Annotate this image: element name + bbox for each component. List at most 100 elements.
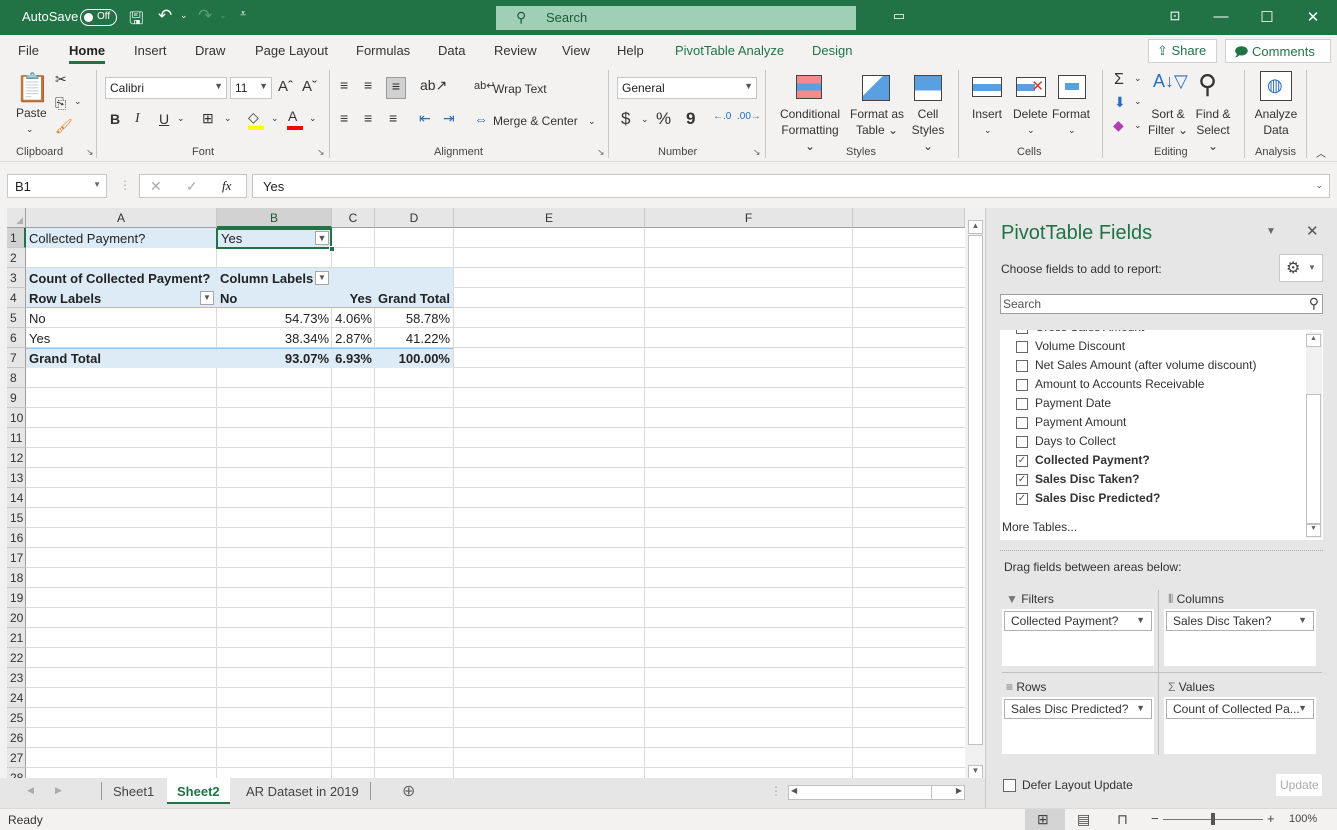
underline-button[interactable]: U xyxy=(159,111,169,127)
row-header-11[interactable]: 11 xyxy=(7,428,26,448)
cell-a3[interactable]: Count of Collected Payment? xyxy=(26,268,213,288)
cell-b4[interactable]: No xyxy=(217,288,240,308)
checkbox-unchecked[interactable] xyxy=(1016,398,1028,410)
align-left-icon[interactable]: ≡ xyxy=(340,110,348,126)
checkbox-checked[interactable]: ✓ xyxy=(1016,493,1028,505)
cell-c6[interactable]: 2.87% xyxy=(332,328,375,348)
filter-dropdown-icon[interactable]: ▼ xyxy=(315,231,329,245)
paste-button[interactable]: Paste xyxy=(16,105,47,121)
bold-button[interactable]: B xyxy=(110,111,120,127)
currency-button[interactable]: $ xyxy=(621,109,630,129)
comma-button[interactable]: 9 xyxy=(686,109,695,129)
tab-design[interactable]: Design xyxy=(812,43,852,58)
row-header-9[interactable]: 9 xyxy=(7,388,26,408)
fill-icon[interactable]: ⬇ xyxy=(1114,94,1126,111)
row-header-14[interactable]: 14 xyxy=(7,488,26,508)
italic-button[interactable]: I xyxy=(135,111,140,127)
new-sheet-icon[interactable]: ⊕ xyxy=(402,781,415,801)
save-icon[interactable]: 🖫 xyxy=(129,6,143,35)
search-box[interactable]: ⚲ Search xyxy=(496,6,856,30)
zoom-slider-thumb[interactable] xyxy=(1211,813,1215,825)
filters-field-pill[interactable]: Collected Payment? ▼ xyxy=(1004,611,1152,631)
row-header-23[interactable]: 23 xyxy=(7,668,26,688)
field-list-scrollbar[interactable]: ▲ ▼ xyxy=(1306,332,1322,538)
formula-input[interactable]: Yes ⌄ xyxy=(252,174,1330,198)
active-cell-b1[interactable]: Yes ▼ xyxy=(216,228,335,252)
cell-d6[interactable]: 41.22% xyxy=(375,328,453,348)
cell-d4[interactable]: Grand Total xyxy=(375,288,453,308)
field-search-input[interactable]: Search ⚲ xyxy=(1000,294,1323,314)
comments-button[interactable]: 🗩 Comments xyxy=(1225,39,1331,63)
field-list-scroll-thumb[interactable] xyxy=(1306,394,1321,524)
scroll-right-icon[interactable]: ▶ xyxy=(956,786,962,795)
horizontal-scrollbar[interactable]: ◀ ▶ xyxy=(788,785,965,800)
cell-c5[interactable]: 4.06% xyxy=(332,308,375,328)
worksheet-grid[interactable]: ◢ ABCDEF 1 2 3 4 5 6 7 8 9 10 11 12 13 14 15 16 17 18 19 20… xyxy=(7,208,965,778)
scroll-up-icon[interactable]: ▲ xyxy=(1306,334,1321,347)
chevron-down-icon[interactable]: ▼ xyxy=(1298,615,1307,625)
tab-split-handle[interactable]: ⋮ xyxy=(770,784,782,798)
row-header-20[interactable]: 20 xyxy=(7,608,26,628)
expand-formula-icon[interactable]: ⌄ xyxy=(1315,180,1323,191)
collapse-ribbon-icon[interactable]: ︿ xyxy=(1316,145,1326,160)
zoom-in-button[interactable]: + xyxy=(1267,811,1275,826)
row-header-7[interactable]: 7 xyxy=(7,348,26,368)
cell-d5[interactable]: 58.78% xyxy=(375,308,453,328)
tab-help[interactable]: Help xyxy=(617,43,644,58)
chevron-down-icon[interactable]: ▼ xyxy=(1136,615,1145,625)
column-header-a[interactable]: A xyxy=(26,208,217,228)
find-select-button[interactable]: Find & Select ⌄ xyxy=(1190,106,1236,154)
rows-area[interactable]: Sales Disc Predicted? ▼ xyxy=(1002,697,1154,754)
delete-dropdown-icon[interactable]: ⌄ xyxy=(1027,122,1035,138)
undo-dropdown-icon[interactable]: ⌄ xyxy=(180,10,188,21)
clipboard-launcher-icon[interactable]: ↘ xyxy=(86,147,94,158)
cell-a7[interactable]: Grand Total xyxy=(26,348,104,368)
scroll-down-icon[interactable]: ▼ xyxy=(1306,524,1321,537)
orientation-icon[interactable]: ab↗ xyxy=(420,77,447,94)
column-header-d[interactable]: D xyxy=(375,208,454,228)
column-header-e[interactable]: E xyxy=(454,208,645,228)
values-area[interactable]: Count of Collected Pa... ▼ xyxy=(1164,697,1316,754)
autosum-dropdown-icon[interactable]: ⌄ xyxy=(1134,73,1142,84)
column-header-partial[interactable] xyxy=(853,208,965,228)
tab-review[interactable]: Review xyxy=(494,43,537,58)
cell-styles-button[interactable]: Cell Styles ⌄ xyxy=(905,106,951,154)
coauthor-icon[interactable]: ▭ xyxy=(884,8,914,24)
merge-dropdown-icon[interactable]: ⌄ xyxy=(588,113,596,129)
fill-color-dropdown-icon[interactable]: ⌄ xyxy=(271,113,279,124)
zoom-level[interactable]: 100% xyxy=(1289,813,1317,825)
row-header-5[interactable]: 5 xyxy=(7,308,26,328)
sheet-tab-sheet2[interactable]: Sheet2 xyxy=(167,778,230,804)
borders-dropdown-icon[interactable]: ⌄ xyxy=(224,113,232,124)
tab-file[interactable]: File xyxy=(18,43,39,58)
tab-page-layout[interactable]: Page Layout xyxy=(255,43,328,58)
checkbox-unchecked[interactable] xyxy=(1016,330,1028,334)
row-header-28[interactable]: 28 xyxy=(7,768,26,778)
cell-a4[interactable]: Row Labels xyxy=(26,288,104,308)
font-color-dropdown-icon[interactable]: ⌄ xyxy=(309,113,317,124)
font-launcher-icon[interactable]: ↘ xyxy=(317,147,325,158)
row-header-18[interactable]: 18 xyxy=(7,568,26,588)
row-header-1[interactable]: 1 xyxy=(7,228,26,248)
row-header-10[interactable]: 10 xyxy=(7,408,26,428)
close-icon[interactable]: ✕ xyxy=(1298,8,1328,26)
row-labels-dropdown-icon[interactable]: ▼ xyxy=(200,291,214,305)
checkbox-unchecked[interactable] xyxy=(1016,436,1028,448)
bottom-align-icon[interactable]: ≡ xyxy=(386,77,406,99)
alignment-launcher-icon[interactable]: ↘ xyxy=(597,147,605,158)
scroll-up-icon[interactable]: ▲ xyxy=(968,220,983,234)
select-all-button[interactable]: ◢ xyxy=(7,208,26,228)
row-header-6[interactable]: 6 xyxy=(7,328,26,348)
sheet-tab-sheet1[interactable]: Sheet1 xyxy=(103,778,164,804)
format-as-table-button[interactable]: Format as Table ⌄ xyxy=(848,106,906,138)
normal-view-icon[interactable]: ⊞ xyxy=(1037,811,1049,828)
column-header-b[interactable]: B xyxy=(217,208,332,228)
align-center-icon[interactable]: ≡ xyxy=(364,110,372,126)
cell-a1[interactable]: Collected Payment? xyxy=(26,228,148,248)
minimize-icon[interactable]: — xyxy=(1206,8,1236,25)
more-tables-link[interactable]: More Tables... xyxy=(1002,520,1077,534)
format-button[interactable]: Format xyxy=(1052,106,1090,122)
column-header-c[interactable]: C xyxy=(332,208,375,228)
align-right-icon[interactable]: ≡ xyxy=(389,110,397,126)
columns-area[interactable]: Sales Disc Taken? ▼ xyxy=(1164,609,1316,666)
